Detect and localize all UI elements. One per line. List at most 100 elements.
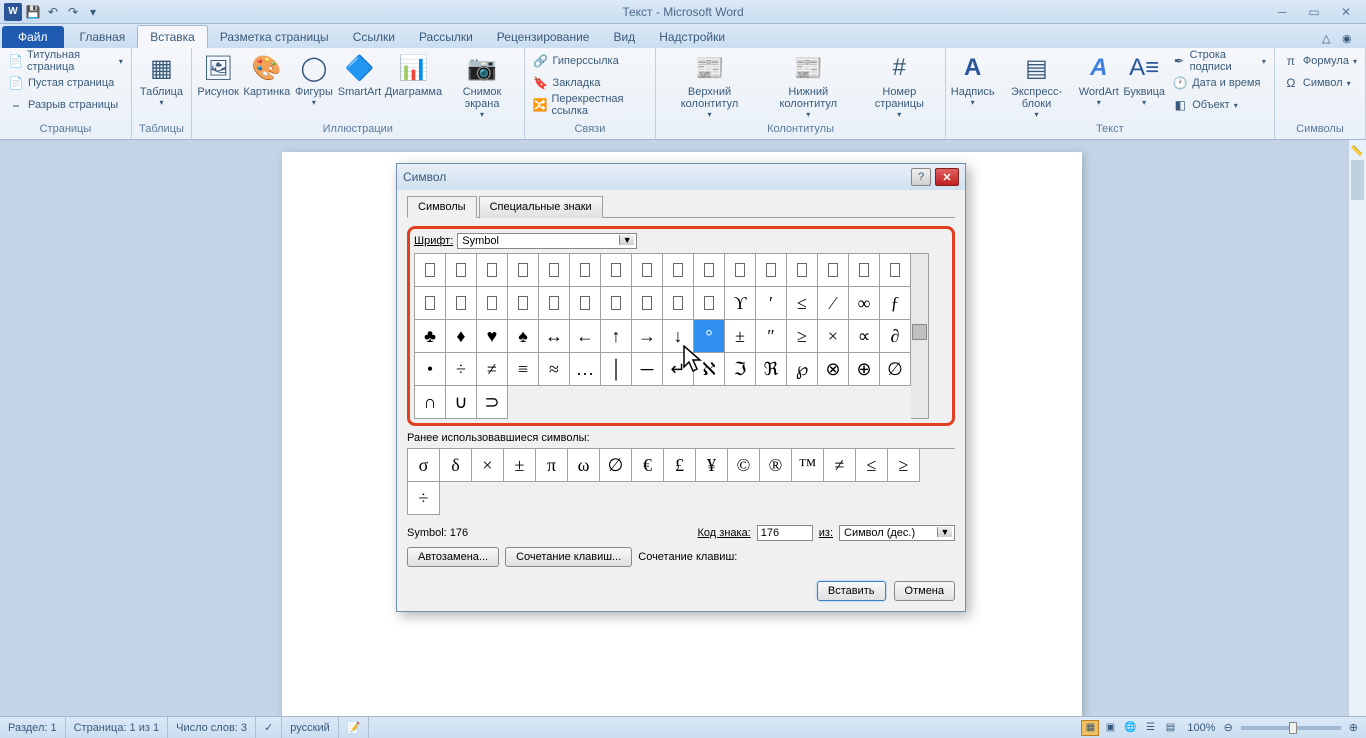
symbol-cell[interactable]: ↑ (601, 320, 632, 353)
symbol-cell[interactable]: ℜ (756, 353, 787, 386)
shapes-button[interactable]: ◯Фигуры (293, 50, 334, 109)
bookmark-button[interactable]: 🔖Закладка (529, 72, 652, 94)
symbol-cell[interactable] (756, 254, 787, 287)
maximize-button[interactable]: ▭ (1304, 4, 1324, 20)
symbol-cell[interactable]: ϒ (725, 287, 756, 320)
symbol-cell[interactable] (508, 287, 539, 320)
symbol-cell[interactable]: ♥ (477, 320, 508, 353)
symbol-cell[interactable] (601, 287, 632, 320)
symbol-cell[interactable] (570, 254, 601, 287)
recent-symbol-cell[interactable]: ≥ (888, 449, 920, 482)
word-icon[interactable]: W (4, 3, 22, 21)
recent-symbol-cell[interactable]: δ (440, 449, 472, 482)
symbol-cell[interactable]: ≡ (508, 353, 539, 386)
status-insert-icon[interactable]: 📝 (339, 717, 370, 738)
status-proofing-icon[interactable]: ✓ (256, 717, 282, 738)
close-button[interactable]: ✕ (1336, 4, 1356, 20)
recent-symbol-cell[interactable]: ÷ (408, 482, 440, 515)
minimize-ribbon-icon[interactable]: △ (1322, 32, 1338, 48)
tab-layout[interactable]: Разметка страницы (208, 26, 341, 48)
symbol-cell[interactable] (694, 287, 725, 320)
symbol-cell[interactable]: ← (570, 320, 601, 353)
symbol-cell[interactable]: • (415, 353, 446, 386)
symbol-scrollbar[interactable] (911, 253, 929, 419)
zoom-out-button[interactable]: ⊖ (1224, 721, 1233, 734)
symbol-cell[interactable]: ÷ (446, 353, 477, 386)
sigline-button[interactable]: ✒Строка подписи (1168, 50, 1270, 72)
qat-dropdown-icon[interactable]: ▾ (84, 3, 102, 21)
symbol-cell[interactable]: ≈ (539, 353, 570, 386)
tab-addins[interactable]: Надстройки (647, 26, 737, 48)
crossref-button[interactable]: 🔀Перекрестная ссылка (529, 94, 652, 116)
status-words[interactable]: Число слов: 3 (168, 717, 256, 738)
symbol-cell[interactable]: ≤ (787, 287, 818, 320)
symbol-cell[interactable] (849, 254, 880, 287)
symbol-scroll-thumb[interactable] (912, 324, 927, 340)
recent-symbol-cell[interactable]: ™ (792, 449, 824, 482)
web-view[interactable]: 🌐 (1121, 720, 1139, 736)
recent-symbol-cell[interactable]: ∅ (600, 449, 632, 482)
draft-view[interactable]: ▤ (1161, 720, 1179, 736)
symbol-cell[interactable]: ≥ (787, 320, 818, 353)
recent-symbol-cell[interactable]: € (632, 449, 664, 482)
file-tab[interactable]: Файл (2, 26, 64, 48)
symbol-cell[interactable]: ′ (756, 287, 787, 320)
pagenum-button[interactable]: #Номер страницы (858, 50, 941, 121)
tab-references[interactable]: Ссылки (341, 26, 407, 48)
status-language[interactable]: русский (282, 717, 338, 738)
recent-symbol-cell[interactable]: © (728, 449, 760, 482)
symbol-cell[interactable]: × (818, 320, 849, 353)
wordart-button[interactable]: AWordArt (1077, 50, 1120, 109)
help-icon[interactable]: ◉ (1342, 32, 1358, 48)
header-button[interactable]: 📰Верхний колонтитул (660, 50, 758, 121)
symbol-cell[interactable] (415, 254, 446, 287)
symbol-cell[interactable] (477, 254, 508, 287)
symbol-cell[interactable]: ° (694, 320, 725, 353)
fullscreen-view[interactable]: ▣ (1101, 720, 1119, 736)
symbol-cell[interactable]: ─ (632, 353, 663, 386)
object-button[interactable]: ◧Объект (1168, 94, 1270, 116)
outline-view[interactable]: ☰ (1141, 720, 1159, 736)
symbol-cell[interactable]: ⁄ (818, 287, 849, 320)
symbol-cell[interactable]: ƒ (880, 287, 911, 320)
dialog-titlebar[interactable]: Символ ? ✕ (397, 164, 965, 190)
symbol-cell[interactable] (477, 287, 508, 320)
table-button[interactable]: ▦Таблица (136, 50, 187, 109)
symbol-cell[interactable] (539, 287, 570, 320)
tab-view[interactable]: Вид (601, 26, 647, 48)
title-page-button[interactable]: 📄Титульная страница (4, 50, 127, 72)
save-icon[interactable]: 💾 (24, 3, 42, 21)
symbol-cell[interactable] (446, 254, 477, 287)
dropcap-button[interactable]: A≡Буквица (1122, 50, 1166, 109)
font-select[interactable]: Symbol (457, 233, 637, 249)
recent-symbol-cell[interactable]: ¥ (696, 449, 728, 482)
symbol-cell[interactable] (539, 254, 570, 287)
zoom-thumb[interactable] (1289, 722, 1297, 734)
symbol-cell[interactable]: ∂ (880, 320, 911, 353)
minimize-button[interactable]: ─ (1272, 4, 1292, 20)
symbol-cell[interactable] (880, 254, 911, 287)
symbol-cell[interactable] (818, 254, 849, 287)
symbol-cell[interactable]: ⊃ (477, 386, 508, 419)
recent-symbol-cell[interactable]: ± (504, 449, 536, 482)
zoom-slider[interactable] (1241, 726, 1341, 730)
symbol-cell[interactable]: ↔ (539, 320, 570, 353)
symbol-cell[interactable]: ⊗ (818, 353, 849, 386)
recent-symbol-cell[interactable]: ω (568, 449, 600, 482)
cancel-button[interactable]: Отмена (894, 581, 955, 601)
dialog-help-button[interactable]: ? (911, 168, 931, 186)
chart-button[interactable]: 📊Диаграмма (384, 50, 442, 100)
symbol-cell[interactable]: ♠ (508, 320, 539, 353)
textbox-button[interactable]: AНадпись (950, 50, 996, 109)
autocorrect-button[interactable]: Автозамена... (407, 547, 499, 567)
symbol-cell[interactable]: … (570, 353, 601, 386)
symbol-cell[interactable]: ℑ (725, 353, 756, 386)
tab-special-chars[interactable]: Специальные знаки (479, 196, 603, 218)
symbol-cell[interactable]: ↓ (663, 320, 694, 353)
insert-button[interactable]: Вставить (817, 581, 886, 601)
symbol-cell[interactable] (446, 287, 477, 320)
code-input[interactable] (757, 525, 813, 541)
from-select[interactable]: Символ (дес.) (839, 525, 955, 541)
symbol-cell[interactable]: ∝ (849, 320, 880, 353)
symbol-cell[interactable] (787, 254, 818, 287)
